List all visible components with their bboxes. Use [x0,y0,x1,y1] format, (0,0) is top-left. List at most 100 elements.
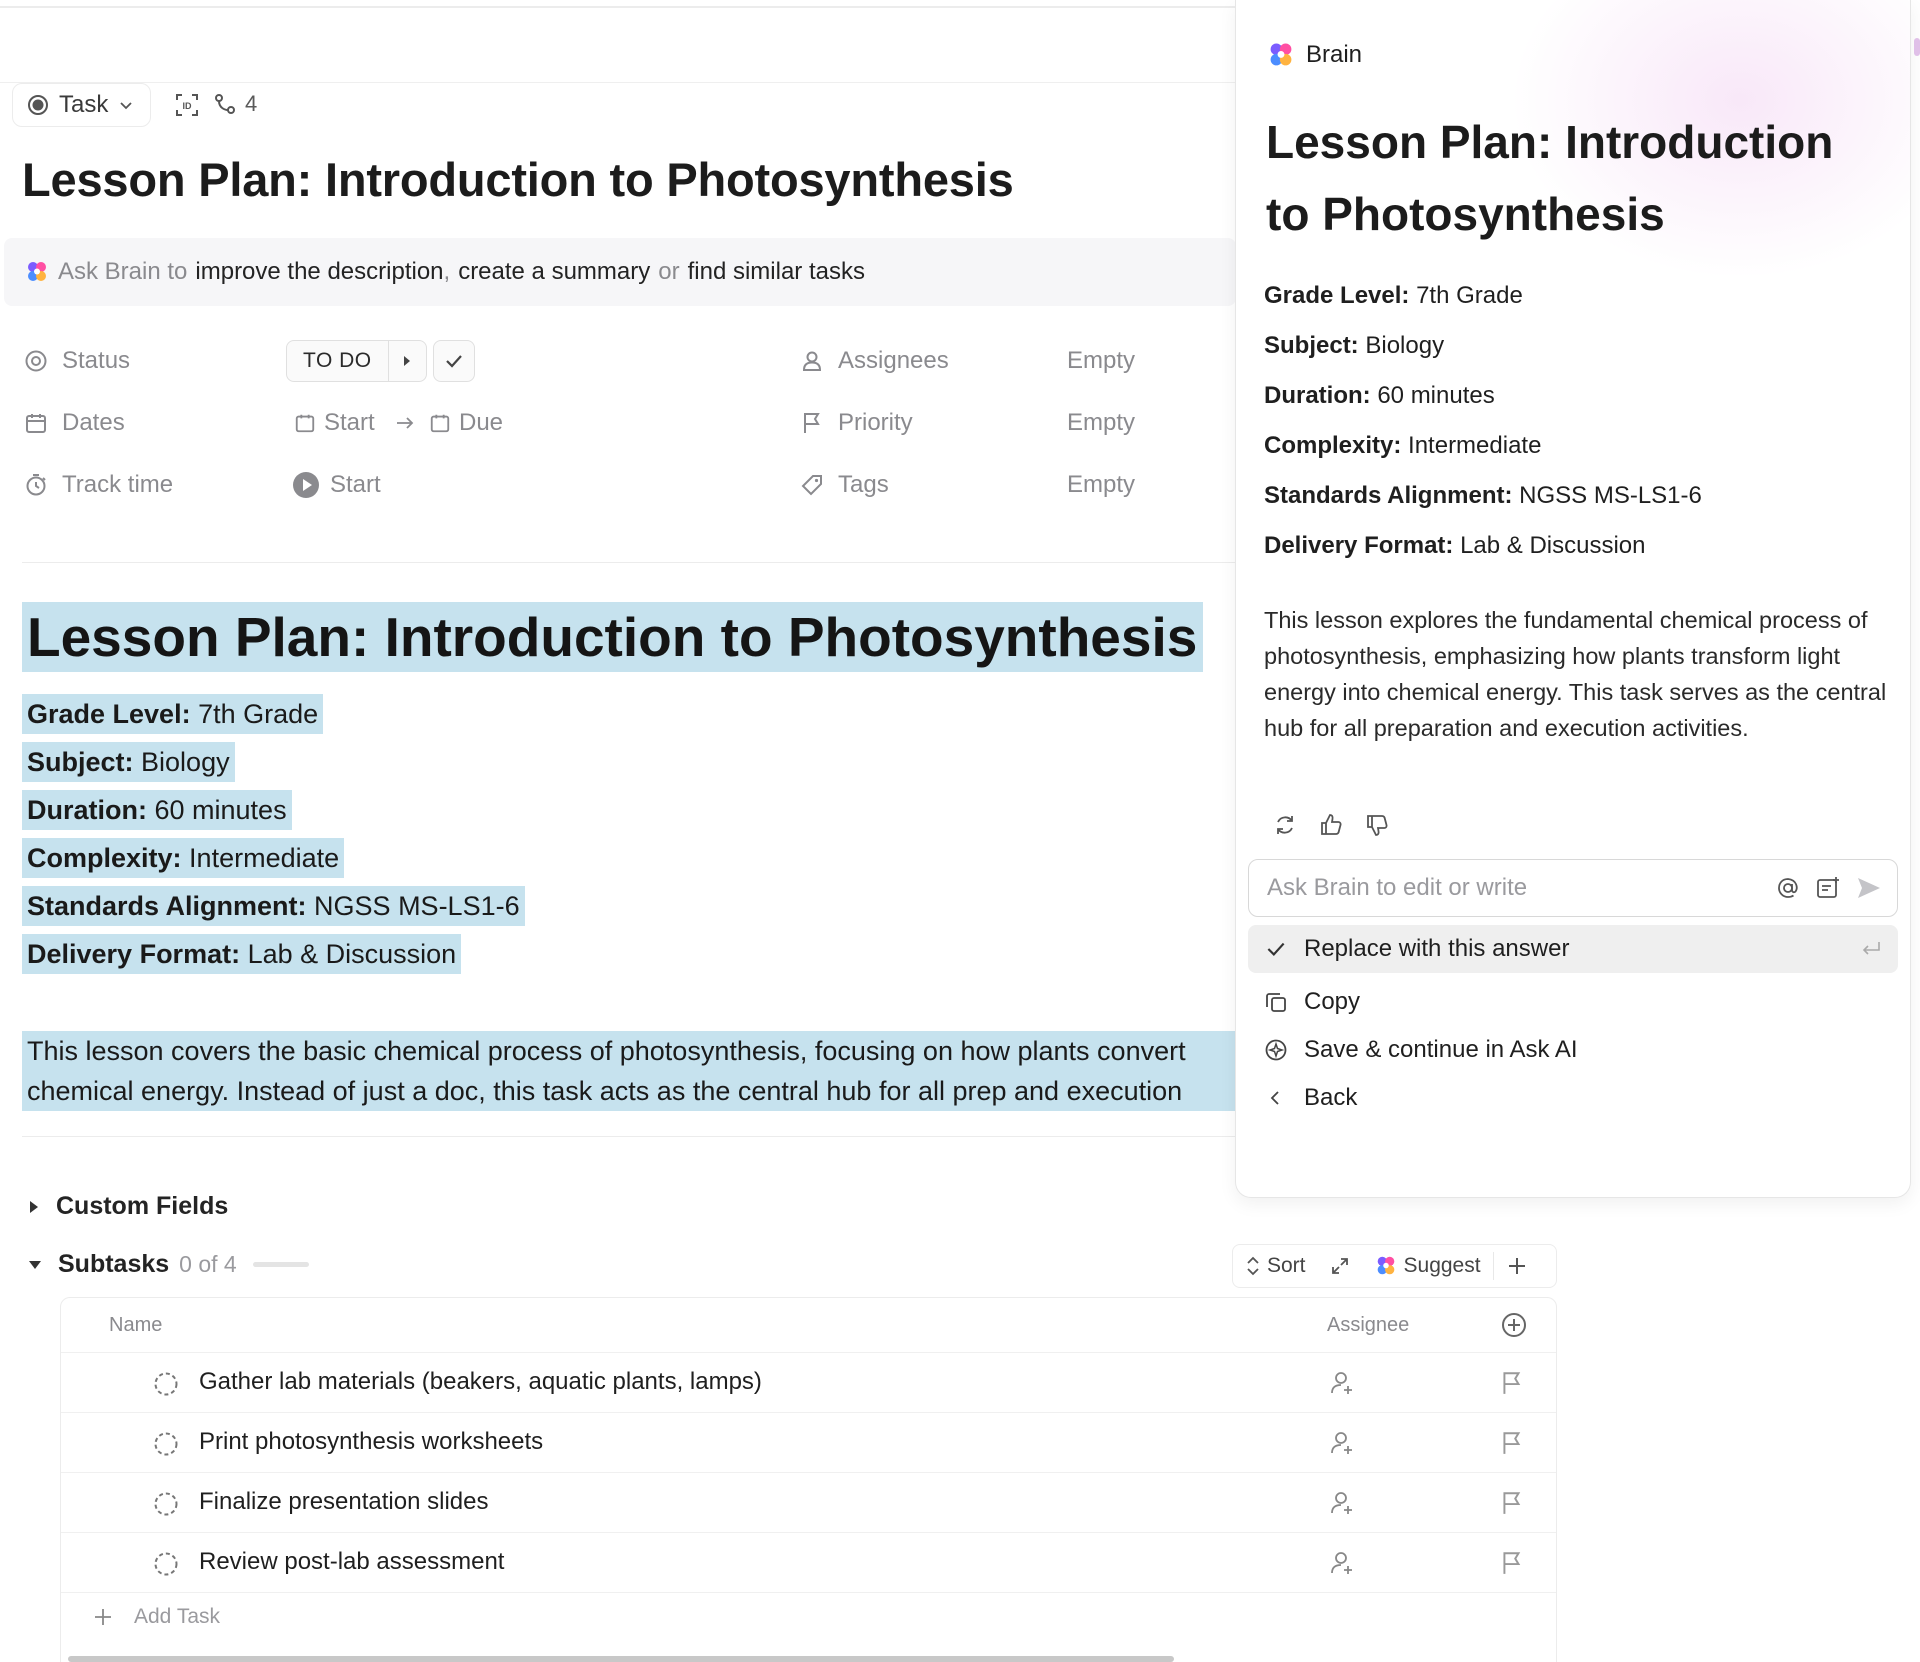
doc-line-standards[interactable]: Standards Alignment: NGSS MS-LS1-6 [22,886,525,926]
send-icon[interactable] [1855,875,1883,901]
next-status-button[interactable] [387,341,426,381]
brain-logo-icon [1377,1256,1394,1275]
flag-icon[interactable] [1499,1370,1525,1396]
relationships-button[interactable]: 4 [213,91,257,117]
user-icon [802,351,822,371]
doc-line-delivery[interactable]: Delivery Format: Lab & Discussion [22,934,462,974]
brain-prompt-input[interactable] [1267,874,1775,902]
feedback-actions [1272,812,1390,838]
mention-icon[interactable] [1775,875,1801,901]
status-button[interactable]: TO DO [286,340,427,382]
start-timer-button[interactable]: Start [292,460,381,510]
calendar-icon [26,414,46,433]
doc-line-complexity[interactable]: Complexity: Intermediate [22,838,345,878]
brain-line-duration: Duration: 60 minutes [1264,382,1495,409]
doc-line-duration[interactable]: Duration: 60 minutes [22,790,292,830]
horizontal-scrollbar[interactable] [68,1656,1174,1662]
regenerate-icon[interactable] [1272,812,1298,838]
input-actions [1775,875,1897,901]
add-assignee-icon[interactable] [1329,1490,1355,1516]
task-id-icon[interactable]: ID [173,91,201,119]
add-assignee-icon[interactable] [1329,1430,1355,1456]
sort-button[interactable]: Sort [1233,1245,1318,1287]
suggest-button[interactable]: Suggest [1362,1245,1493,1287]
thumbs-down-icon[interactable] [1364,812,1390,838]
brain-line-complexity: Complexity: Intermediate [1264,432,1542,459]
priority-value[interactable]: Empty [1067,398,1135,448]
subtask-name[interactable]: Print photosynthesis worksheets [199,1428,543,1456]
flag-icon[interactable] [1499,1490,1525,1516]
expand-button[interactable] [1318,1245,1362,1287]
tags-value[interactable]: Empty [1067,460,1135,510]
add-assignee-icon[interactable] [1329,1550,1355,1576]
column-name[interactable]: Name [109,1314,162,1337]
improve-description-link[interactable]: improve the description [195,258,443,286]
thumbs-up-icon[interactable] [1318,812,1344,838]
insert-content-icon[interactable] [1815,875,1841,901]
doc-line-subject[interactable]: Subject: Biology [22,742,235,782]
doc-paragraph-line-1[interactable]: This lesson covers the basic chemical pr… [22,1031,1236,1071]
relationship-count: 4 [245,91,258,116]
task-status-circle-icon[interactable] [153,1371,179,1397]
find-similar-tasks-link[interactable]: find similar tasks [688,258,865,286]
doc-divider [22,1136,1236,1137]
stopwatch-icon [26,474,46,496]
add-subtask-button[interactable] [1494,1245,1540,1287]
task-type-dropdown[interactable]: Task [12,83,152,127]
dates-field-label: Dates [24,398,125,448]
replace-answer-menu-item[interactable]: Replace with this answer [1248,925,1898,973]
start-date-button[interactable]: Start [294,398,375,448]
copy-menu-item[interactable]: Copy [1248,978,1898,1026]
subtask-name[interactable]: Finalize presentation slides [199,1488,489,1516]
brain-line-standards: Standards Alignment: NGSS MS-LS1-6 [1264,482,1702,509]
doc-line-grade[interactable]: Grade Level: 7th Grade [22,694,324,734]
calendar-plus-icon [430,414,450,433]
complete-task-button[interactable] [432,340,475,382]
table-row[interactable]: Review post-lab assessment [61,1532,1556,1592]
flag-icon[interactable] [1499,1430,1525,1456]
copy-icon [1266,993,1286,1012]
plus-icon [95,1609,111,1625]
task-status-circle-icon[interactable] [153,1551,179,1577]
subtask-name[interactable]: Review post-lab assessment [199,1548,504,1576]
subtasks-toggle[interactable]: Subtasks 0 of 4 [28,1250,309,1279]
expand-icon [1331,1258,1348,1274]
add-assignee-icon[interactable] [1329,1370,1355,1396]
fields-divider [22,562,1236,563]
caret-down-icon [29,1260,41,1269]
table-row[interactable]: Finalize presentation slides [61,1472,1556,1532]
brain-answer-title: Lesson Plan: Introduction to Photosynthe… [1266,116,1834,240]
status-value: TO DO [303,349,372,372]
doc-paragraph-line-2[interactable]: chemical energy. Instead of just a doc, … [22,1071,1236,1111]
task-type-icon [28,95,48,115]
assignees-value[interactable]: Empty [1067,336,1135,386]
check-icon [1267,942,1285,957]
header-divider [0,82,1236,83]
subtask-name[interactable]: Gather lab materials (beakers, aquatic p… [199,1368,762,1396]
play-icon [293,472,319,498]
track-time-field-label: Track time [24,460,173,510]
sort-icon [1247,1256,1259,1276]
table-row[interactable]: Print photosynthesis worksheets [61,1412,1556,1472]
column-assignee[interactable]: Assignee [1327,1314,1409,1337]
save-continue-menu-item[interactable]: Save & continue in Ask AI [1248,1026,1898,1074]
custom-fields-toggle[interactable]: Custom Fields [28,1192,228,1221]
task-type-label: Task [59,91,109,118]
page-title[interactable]: Lesson Plan: Introduction to Photosynthe… [22,152,1014,207]
task-status-circle-icon[interactable] [153,1491,179,1517]
brain-answer-paragraph: This lesson explores the fundamental che… [1264,607,1887,741]
task-status-circle-icon[interactable] [153,1431,179,1457]
back-menu-item[interactable]: Back [1248,1074,1898,1122]
ask-brain-prefix: Ask Brain to [58,258,188,285]
assignees-field-label: Assignees [800,336,949,386]
brain-header: Brain [1266,40,1362,70]
due-date-button[interactable]: Due [429,398,503,448]
doc-heading[interactable]: Lesson Plan: Introduction to Photosynthe… [22,602,1204,672]
create-summary-link[interactable]: create a summary [458,258,650,286]
status-control: TO DO [286,340,475,382]
brain-logo-icon [28,262,46,281]
table-row[interactable]: Gather lab materials (beakers, aquatic p… [61,1352,1556,1412]
flag-icon[interactable] [1499,1550,1525,1576]
add-column-button[interactable] [1501,1312,1527,1338]
add-task-button[interactable]: Add Task [92,1605,220,1629]
